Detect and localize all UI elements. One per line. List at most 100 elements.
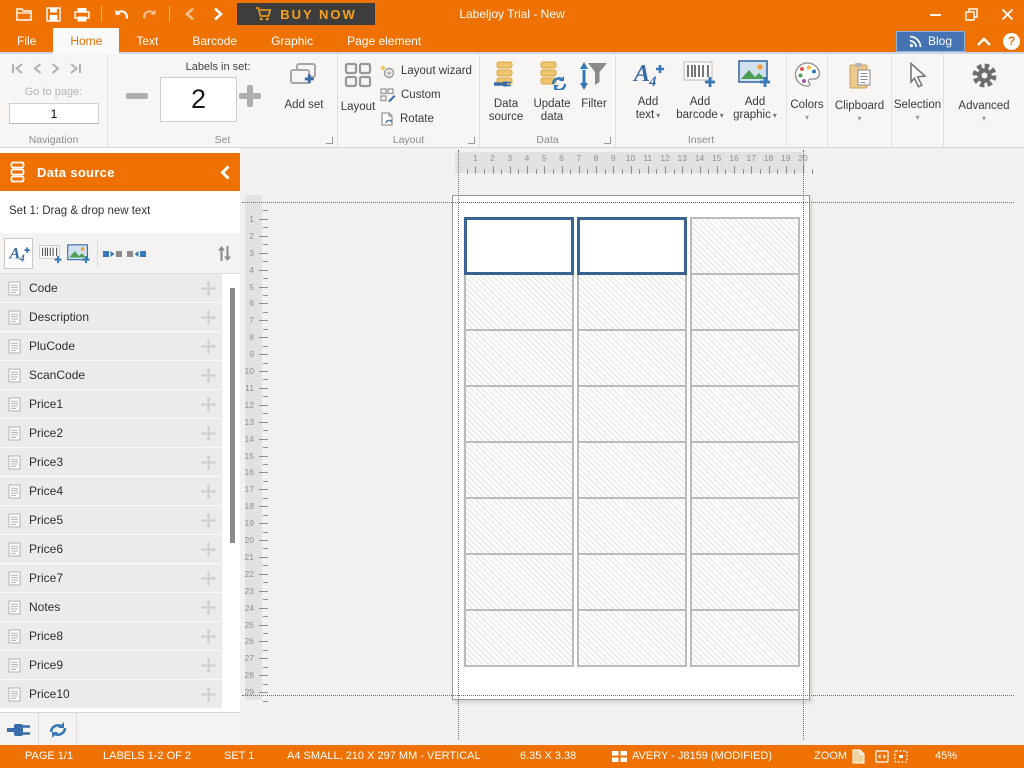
add-barcode-button[interactable]: Add barcode	[674, 60, 726, 122]
minimize-button[interactable]	[924, 3, 946, 25]
new-barcode-field-button[interactable]	[36, 238, 65, 269]
drag-handle-icon[interactable]	[201, 367, 216, 383]
drag-handle-icon[interactable]	[201, 483, 216, 499]
help-button[interactable]: ?	[1003, 32, 1020, 50]
drag-handle-icon[interactable]	[201, 309, 216, 325]
filter-button[interactable]: Filter	[576, 60, 612, 111]
status-template[interactable]: AVERY - J8159 (MODIFIED)	[632, 745, 772, 768]
field-row-price10[interactable]: Price10	[0, 680, 222, 709]
tab-barcode[interactable]: Barcode	[175, 28, 254, 54]
label-cell-r5-c1[interactable]	[464, 441, 574, 499]
advanced-button[interactable]: Advanced	[944, 62, 1024, 123]
label-cell-r3-c2[interactable]	[577, 329, 687, 387]
field-row-price2[interactable]: Price2	[0, 419, 222, 448]
label-cell-r7-c3[interactable]	[690, 553, 800, 611]
label-cell-r1-c1[interactable]	[464, 217, 574, 275]
redo-button[interactable]	[140, 4, 160, 24]
label-cell-r8-c3[interactable]	[690, 609, 800, 667]
field-row-price4[interactable]: Price4	[0, 477, 222, 506]
label-cell-r3-c1[interactable]	[464, 329, 574, 387]
update-data-button[interactable]: Update data	[530, 60, 574, 124]
tab-text[interactable]: Text	[119, 28, 175, 54]
decrease-labels-button[interactable]	[126, 93, 148, 99]
new-graphic-field-button[interactable]	[64, 238, 93, 269]
label-cell-r8-c1[interactable]	[464, 609, 574, 667]
zoom-page-button[interactable]	[852, 745, 865, 768]
field-row-price1[interactable]: Price1	[0, 390, 222, 419]
drag-handle-icon[interactable]	[201, 425, 216, 441]
drag-handle-icon[interactable]	[201, 628, 216, 644]
label-cell-r5-c2[interactable]	[577, 441, 687, 499]
label-cell-r2-c1[interactable]	[464, 273, 574, 331]
label-cell-r1-c2[interactable]	[577, 217, 687, 275]
last-page-icon[interactable]	[69, 63, 82, 74]
custom-layout-button[interactable]: Custom	[380, 86, 441, 104]
drag-handle-icon[interactable]	[201, 512, 216, 528]
blog-button[interactable]: Blog	[895, 30, 965, 52]
refresh-data-button[interactable]	[39, 713, 76, 746]
label-cell-r2-c2[interactable]	[577, 273, 687, 331]
buy-now-button[interactable]: BUY NOW	[237, 3, 375, 25]
forward-button[interactable]	[208, 4, 228, 24]
undo-button[interactable]	[111, 4, 131, 24]
label-cell-r6-c3[interactable]	[690, 497, 800, 555]
add-text-button[interactable]: A4 Add text	[624, 60, 672, 122]
field-row-scancode[interactable]: ScanCode	[0, 361, 222, 390]
drag-handle-icon[interactable]	[201, 396, 216, 412]
merge-prev-button[interactable]	[124, 238, 148, 269]
label-cell-r5-c3[interactable]	[690, 441, 800, 499]
open-file-button[interactable]	[14, 4, 34, 24]
field-row-price7[interactable]: Price7	[0, 564, 222, 593]
add-graphic-button[interactable]: Add graphic	[729, 60, 781, 122]
next-page-icon[interactable]	[51, 63, 60, 74]
colors-button[interactable]: Colors	[787, 62, 827, 122]
close-button[interactable]	[996, 3, 1018, 25]
labels-in-set-value[interactable]: 2	[160, 77, 237, 122]
layout-wizard-button[interactable]: Layout wizard	[380, 62, 472, 80]
tab-home[interactable]: Home	[53, 28, 120, 54]
field-list-scrollbar[interactable]	[230, 288, 235, 543]
label-cell-r6-c1[interactable]	[464, 497, 574, 555]
first-page-icon[interactable]	[11, 63, 24, 74]
drag-handle-icon[interactable]	[201, 657, 216, 673]
sort-fields-button[interactable]	[212, 238, 236, 269]
drag-handle-icon[interactable]	[201, 454, 216, 470]
field-row-notes[interactable]: Notes	[0, 593, 222, 622]
field-row-price3[interactable]: Price3	[0, 448, 222, 477]
field-row-price9[interactable]: Price9	[0, 651, 222, 680]
drag-handle-icon[interactable]	[201, 686, 216, 702]
rotate-button[interactable]: Rotate	[380, 110, 434, 128]
data-source-button[interactable]: Data source	[484, 60, 528, 124]
goto-page-input[interactable]	[9, 103, 99, 124]
print-button[interactable]	[72, 4, 92, 24]
field-row-price6[interactable]: Price6	[0, 535, 222, 564]
collapse-ribbon-button[interactable]	[977, 36, 991, 46]
back-button[interactable]	[179, 4, 199, 24]
connect-data-button[interactable]	[0, 713, 38, 746]
add-set-button[interactable]: Add set	[276, 62, 332, 138]
clipboard-button[interactable]: Clipboard	[828, 62, 891, 123]
collapse-panel-icon[interactable]	[220, 164, 230, 180]
field-row-price5[interactable]: Price5	[0, 506, 222, 535]
layout-button[interactable]: Layout	[340, 62, 376, 134]
tab-file[interactable]: File	[0, 28, 53, 54]
label-cell-r7-c2[interactable]	[577, 553, 687, 611]
label-cell-r7-c1[interactable]	[464, 553, 574, 611]
drag-handle-icon[interactable]	[201, 280, 216, 296]
label-cell-r6-c2[interactable]	[577, 497, 687, 555]
label-cell-r4-c2[interactable]	[577, 385, 687, 443]
label-cell-r1-c3[interactable]	[690, 217, 800, 275]
prev-page-icon[interactable]	[33, 63, 42, 74]
design-canvas[interactable]: 1 2 3 4 5 6 7 8 9 10 11 12 13 14 15 16 17 18 19 20 12345678…	[240, 148, 1024, 745]
restore-button[interactable]	[960, 3, 982, 25]
zoom-fit-width-button[interactable]	[875, 745, 889, 768]
label-cell-r2-c3[interactable]	[690, 273, 800, 331]
tab-page-element[interactable]: Page element	[330, 28, 438, 54]
drag-handle-icon[interactable]	[201, 570, 216, 586]
save-button[interactable]	[43, 4, 63, 24]
label-cell-r3-c3[interactable]	[690, 329, 800, 387]
zoom-fit-selection-button[interactable]	[894, 745, 908, 768]
drag-handle-icon[interactable]	[201, 599, 216, 615]
label-cell-r4-c1[interactable]	[464, 385, 574, 443]
drag-handle-icon[interactable]	[201, 338, 216, 354]
